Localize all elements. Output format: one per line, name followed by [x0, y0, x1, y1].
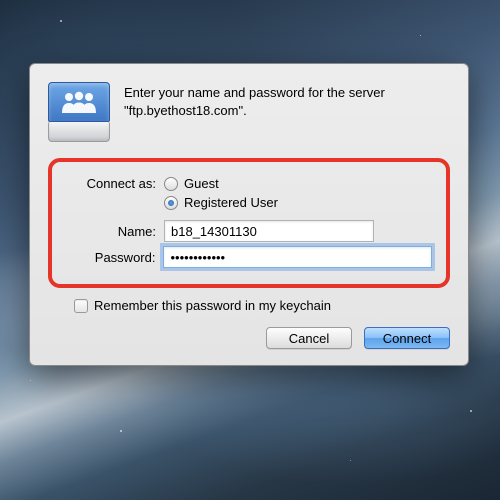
star-decoration	[470, 410, 472, 412]
star-decoration	[350, 460, 351, 461]
network-drive-icon	[48, 82, 110, 144]
star-decoration	[420, 35, 421, 36]
server-auth-dialog: Enter your name and password for the ser…	[29, 63, 469, 366]
registered-radio[interactable]	[164, 196, 178, 210]
connect-as-label: Connect as:	[66, 176, 156, 191]
guest-radio-label: Guest	[184, 176, 219, 191]
dialog-prompt: Enter your name and password for the ser…	[124, 82, 385, 119]
star-decoration	[120, 430, 122, 432]
remember-keychain-checkbox[interactable]	[74, 299, 88, 313]
remember-keychain-label: Remember this password in my keychain	[94, 298, 331, 313]
registered-radio-label: Registered User	[184, 195, 278, 210]
guest-radio[interactable]	[164, 177, 178, 191]
name-input[interactable]	[164, 220, 374, 242]
remember-keychain-option[interactable]: Remember this password in my keychain	[74, 298, 450, 313]
star-decoration	[60, 20, 62, 22]
prompt-line-2: "ftp.byethost18.com".	[124, 102, 385, 120]
star-decoration	[30, 380, 31, 381]
cancel-button[interactable]: Cancel	[266, 327, 352, 349]
password-input[interactable]	[163, 246, 432, 268]
name-label: Name:	[66, 224, 156, 239]
prompt-line-1: Enter your name and password for the ser…	[124, 84, 385, 102]
credentials-highlight: Connect as: Guest Registered User Name: …	[48, 158, 450, 288]
connect-as-guest-option[interactable]: Guest	[164, 176, 278, 191]
connect-button[interactable]: Connect	[364, 327, 450, 349]
password-label: Password:	[66, 250, 155, 265]
connect-as-registered-option[interactable]: Registered User	[164, 195, 278, 210]
